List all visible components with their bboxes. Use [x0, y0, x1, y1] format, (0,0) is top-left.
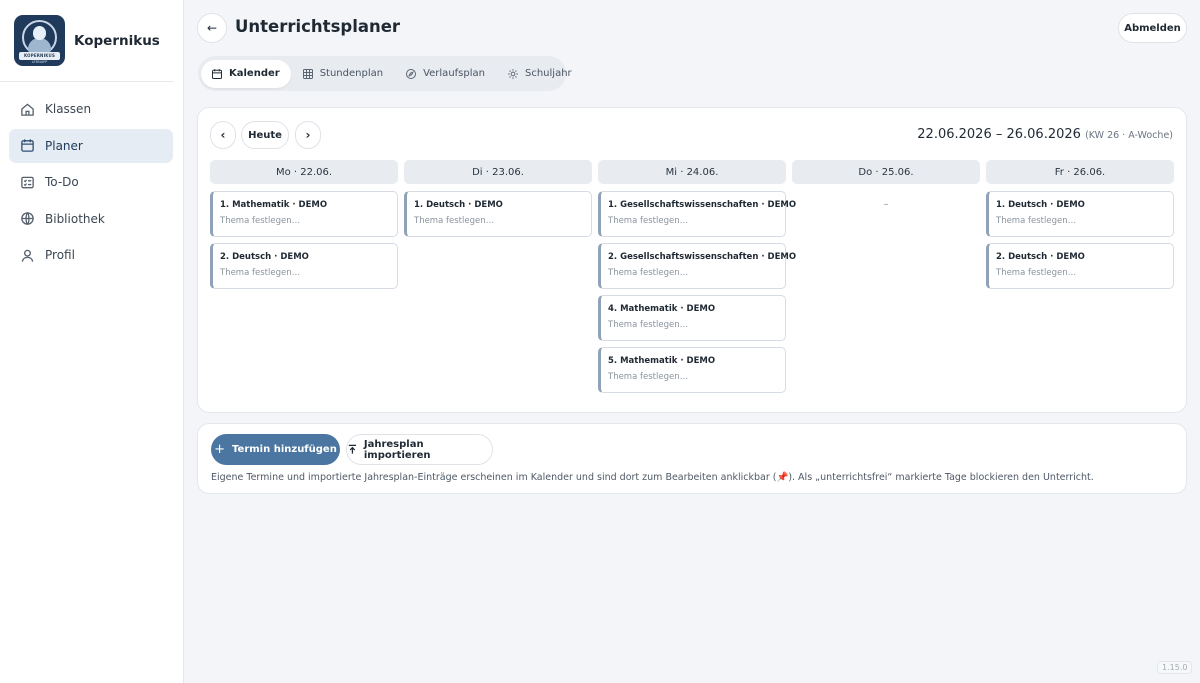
sidebar: KOPERNIKUS LERNAPP Kopernikus Klassen Pl…	[0, 0, 184, 683]
lesson-card[interactable]: 5. Mathematik · DEMO Thema festlegen…	[598, 347, 786, 393]
planner-tabs: Kalender Stundenplan Verlaufsplan Schulj…	[198, 56, 572, 91]
lesson-topic: Thema festlegen…	[414, 216, 495, 226]
day-header: Fr · 26.06.	[986, 160, 1174, 184]
actions-card: + Termin hinzufügen Jahresplan importier…	[197, 423, 1187, 494]
sidebar-item-profil[interactable]: Profil	[9, 238, 173, 272]
today-button[interactable]: Heute	[241, 121, 289, 149]
checklist-icon	[21, 176, 34, 188]
import-yearplan-label: Jahresplan importieren	[363, 438, 431, 461]
lesson-card[interactable]: 1. Deutsch · DEMO Thema festlegen…	[404, 191, 592, 237]
week-info: (KW 26 · A-Woche)	[1085, 130, 1173, 141]
tab-stundenplan[interactable]: Stundenplan	[292, 60, 394, 88]
sidebar-item-todo[interactable]: To-Do	[9, 165, 173, 199]
lesson-title: 1. Mathematik · DEMO	[220, 200, 328, 210]
lesson-topic: Thema festlegen…	[608, 268, 689, 278]
tab-schuljahr[interactable]: Schuljahr	[497, 60, 583, 88]
arrow-left-icon: ←	[206, 21, 218, 35]
day-column-mi: Mi · 24.06. 1. Gesellschaftswissenschaft…	[598, 160, 797, 399]
sidebar-item-planer[interactable]: Planer	[9, 128, 173, 163]
sidebar-nav: Klassen Planer To-Do Bibliothek Profil	[0, 82, 183, 272]
day-column-do: Do · 25.06. –	[792, 160, 980, 210]
lesson-topic: Thema festlegen…	[996, 268, 1077, 278]
lesson-topic: Thema festlegen…	[608, 372, 689, 382]
add-event-label: Termin hinzufügen	[232, 444, 337, 455]
tab-verlaufsplan[interactable]: Verlaufsplan	[395, 60, 496, 88]
day-column-fr: Fr · 26.06. 1. Deutsch · DEMO Thema fest…	[986, 160, 1174, 295]
lesson-topic: Thema festlegen…	[996, 216, 1077, 226]
calendar-card: ‹ Heute › 22.06.2026 – 26.06.2026 (KW 26…	[197, 107, 1187, 413]
grid-icon	[302, 68, 313, 79]
home-icon	[21, 102, 34, 116]
sidebar-item-label: Bibliothek	[45, 211, 105, 226]
calendar-icon	[21, 139, 34, 152]
user-icon	[21, 249, 34, 262]
globe-icon	[21, 212, 34, 225]
tab-label: Stundenplan	[319, 68, 384, 79]
lesson-title: 1. Deutsch · DEMO	[414, 200, 503, 210]
sidebar-item-label: Klassen	[45, 102, 92, 116]
brand: KOPERNIKUS LERNAPP Kopernikus	[0, 0, 174, 82]
lesson-topic: Thema festlegen…	[220, 268, 301, 278]
back-button[interactable]: ←	[197, 13, 227, 43]
sidebar-item-label: To-Do	[45, 175, 79, 189]
chevron-left-icon: ‹	[220, 128, 226, 142]
sidebar-item-label: Profil	[45, 248, 75, 262]
chevron-right-icon: ›	[305, 128, 311, 142]
sidebar-item-klassen[interactable]: Klassen	[9, 92, 173, 126]
lesson-title: 1. Deutsch · DEMO	[996, 200, 1085, 210]
day-header: Mo · 22.06.	[210, 160, 398, 184]
lesson-card[interactable]: 4. Mathematik · DEMO Thema festlegen…	[598, 295, 786, 341]
lesson-title: 2. Gesellschaftswissenschaften · DEMO	[608, 252, 797, 262]
logout-button[interactable]: Abmelden	[1118, 13, 1187, 43]
tab-label: Verlaufsplan	[423, 68, 485, 79]
next-week-button[interactable]: ›	[295, 121, 321, 149]
lesson-title: 2. Deutsch · DEMO	[996, 252, 1085, 262]
prev-week-button[interactable]: ‹	[210, 121, 236, 149]
lesson-card[interactable]: 1. Gesellschaftswissenschaften · DEMO Th…	[598, 191, 797, 237]
tab-label: Schuljahr	[524, 68, 572, 79]
page-title: Unterrichtsplaner	[235, 17, 401, 36]
sidebar-item-label: Planer	[45, 138, 83, 153]
app-name: Kopernikus	[74, 32, 160, 49]
sun-icon	[508, 68, 518, 79]
compass-icon	[406, 68, 417, 79]
lesson-title: 1. Gesellschaftswissenschaften · DEMO	[608, 200, 797, 210]
lesson-topic: Thema festlegen…	[608, 320, 689, 330]
lesson-card[interactable]: 1. Deutsch · DEMO Thema festlegen…	[986, 191, 1174, 237]
tab-label: Kalender	[229, 68, 280, 79]
lesson-card[interactable]: 1. Mathematik · DEMO Thema festlegen…	[210, 191, 398, 237]
upload-icon	[348, 444, 357, 454]
import-yearplan-button[interactable]: Jahresplan importieren	[346, 434, 493, 465]
version-badge: 1.15.0	[1157, 661, 1193, 674]
empty-day-marker: –	[883, 199, 889, 210]
hint-text: Eigene Termine und importierte Jahrespla…	[211, 472, 1094, 483]
lesson-title: 5. Mathematik · DEMO	[608, 356, 716, 366]
lesson-card[interactable]: 2. Deutsch · DEMO Thema festlegen…	[986, 243, 1174, 289]
date-range: 22.06.2026 – 26.06.2026 (KW 26 · A-Woche…	[917, 127, 1173, 142]
calendar-icon	[212, 68, 222, 79]
lesson-card[interactable]: 2. Deutsch · DEMO Thema festlegen…	[210, 243, 398, 289]
tab-kalender[interactable]: Kalender	[201, 59, 291, 88]
add-event-button[interactable]: + Termin hinzufügen	[211, 434, 340, 465]
lesson-card[interactable]: 2. Gesellschaftswissenschaften · DEMO Th…	[598, 243, 797, 289]
lesson-title: 2. Deutsch · DEMO	[220, 252, 309, 262]
day-header: Mi · 24.06.	[598, 160, 786, 184]
day-header: Do · 25.06.	[792, 160, 980, 184]
day-column-mo: Mo · 22.06. 1. Mathematik · DEMO Thema f…	[210, 160, 398, 295]
lesson-topic: Thema festlegen…	[608, 216, 689, 226]
date-range-text: 22.06.2026 – 26.06.2026	[917, 127, 1081, 142]
lesson-topic: Thema festlegen…	[220, 216, 301, 226]
plus-icon: +	[214, 442, 226, 457]
lesson-title: 4. Mathematik · DEMO	[608, 304, 716, 314]
sidebar-item-bibliothek[interactable]: Bibliothek	[9, 202, 173, 236]
app-logo: KOPERNIKUS LERNAPP	[14, 15, 65, 66]
day-column-di: Di · 23.06. 1. Deutsch · DEMO Thema fest…	[404, 160, 592, 243]
day-header: Di · 23.06.	[404, 160, 592, 184]
